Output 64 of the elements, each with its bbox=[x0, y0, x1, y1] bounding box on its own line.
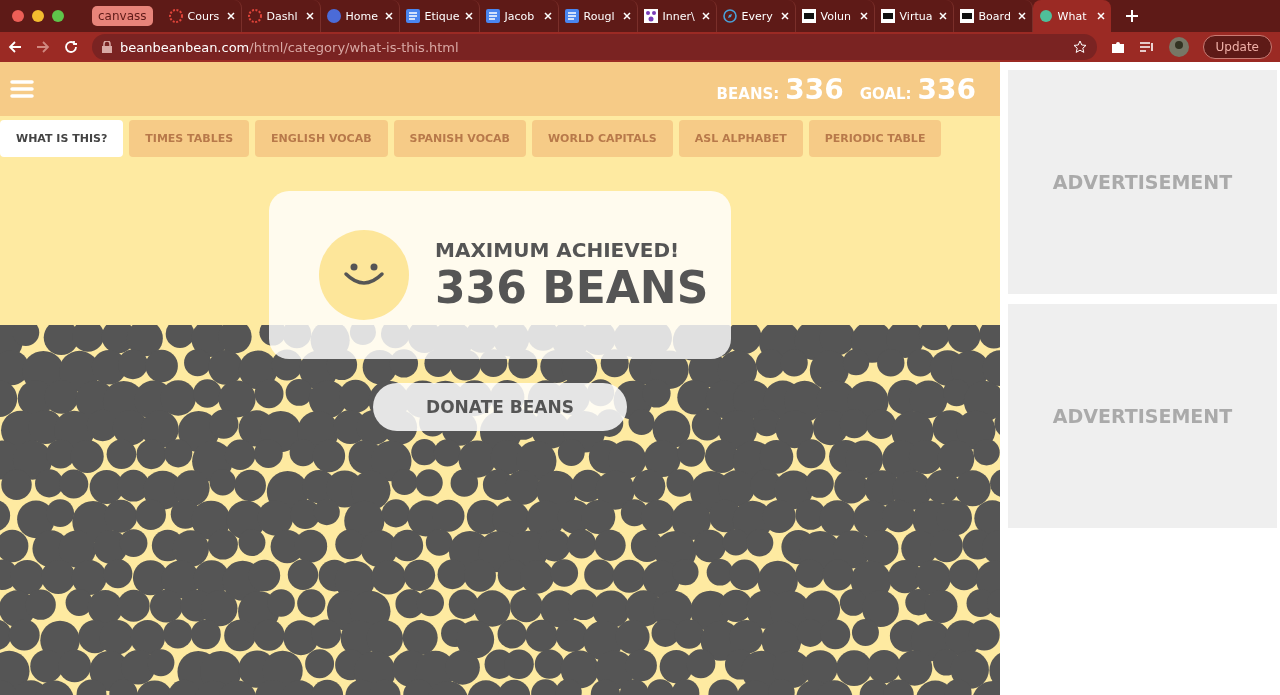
beans-label: BEANS: bbox=[716, 84, 780, 103]
document-icon bbox=[485, 9, 500, 23]
close-icon[interactable] bbox=[859, 12, 868, 20]
back-icon[interactable] bbox=[8, 40, 22, 54]
circle-icon bbox=[326, 9, 341, 23]
tab-title: Etique bbox=[424, 9, 460, 23]
wheel-icon bbox=[168, 9, 183, 23]
playlist-icon[interactable] bbox=[1138, 40, 1155, 54]
tab-title: Cours bbox=[187, 9, 221, 23]
goal-label: GOAL: bbox=[859, 84, 912, 103]
browser-tab[interactable]: What bbox=[1032, 0, 1111, 32]
zoom-window-icon[interactable] bbox=[52, 10, 64, 22]
close-icon[interactable] bbox=[464, 12, 473, 20]
close-icon[interactable] bbox=[622, 12, 631, 20]
tab-title: Dashl bbox=[266, 9, 299, 23]
tab-title: Volun bbox=[820, 9, 852, 23]
tab-title: Home bbox=[345, 9, 379, 23]
beans-count: 336 bbox=[785, 72, 844, 106]
square-icon bbox=[801, 9, 816, 23]
plus-icon[interactable] bbox=[1124, 9, 1139, 23]
avatar-icon[interactable] bbox=[1168, 37, 1189, 57]
star-icon[interactable] bbox=[1072, 40, 1087, 54]
compass-icon bbox=[722, 9, 737, 23]
goal-count: 336 bbox=[917, 72, 976, 106]
close-icon[interactable] bbox=[1017, 12, 1026, 20]
close-icon[interactable] bbox=[226, 12, 235, 20]
tab-title: Board bbox=[978, 9, 1012, 23]
close-icon[interactable] bbox=[1096, 12, 1105, 20]
square-icon bbox=[880, 9, 895, 23]
wheel-icon bbox=[247, 9, 262, 23]
document-icon bbox=[405, 9, 420, 23]
smiley-icon bbox=[319, 230, 409, 320]
tab-title: What bbox=[1057, 9, 1088, 23]
tab-title: Inner\ bbox=[662, 9, 696, 23]
document-icon bbox=[564, 9, 579, 23]
tab-title: Every bbox=[741, 9, 774, 23]
lock-icon bbox=[102, 41, 112, 53]
result-title: MAXIMUM ACHIEVED! bbox=[435, 237, 681, 262]
square-icon bbox=[959, 9, 974, 23]
address-bar[interactable]: beanbeanbean.com/html/category/what-is-this.html bbox=[92, 34, 1097, 60]
ad-label: ADVERTISEMENT bbox=[1052, 405, 1233, 427]
url-text: beanbeanbean.com/html/category/what-is-this.html bbox=[120, 39, 459, 55]
tab-title: Jacob bbox=[504, 9, 536, 23]
close-icon[interactable] bbox=[938, 12, 947, 20]
bean-total: 336 BEANS bbox=[435, 261, 709, 313]
ad-label: ADVERTISEMENT bbox=[1052, 171, 1233, 193]
forward-icon[interactable] bbox=[36, 40, 50, 54]
minimize-window-icon[interactable] bbox=[32, 10, 44, 22]
close-icon[interactable] bbox=[780, 12, 789, 20]
dot-icon bbox=[1038, 9, 1053, 23]
puzzle-icon[interactable] bbox=[1110, 40, 1125, 54]
close-icon[interactable] bbox=[305, 12, 314, 20]
close-window-icon[interactable] bbox=[12, 10, 24, 22]
network-icon bbox=[643, 9, 658, 23]
close-icon[interactable] bbox=[384, 12, 393, 20]
tab-title: Rougl bbox=[583, 9, 616, 23]
category-tab[interactable]: WHAT IS THIS? bbox=[0, 120, 124, 157]
tab-title: Virtua bbox=[899, 9, 934, 23]
update-button[interactable]: Update bbox=[1202, 35, 1272, 59]
donate-button[interactable]: DONATE BEANS bbox=[373, 383, 627, 431]
tab-group-label[interactable]: canvass bbox=[92, 6, 153, 26]
close-icon[interactable] bbox=[543, 12, 552, 20]
reload-icon[interactable] bbox=[64, 40, 78, 54]
close-icon[interactable] bbox=[701, 12, 710, 20]
